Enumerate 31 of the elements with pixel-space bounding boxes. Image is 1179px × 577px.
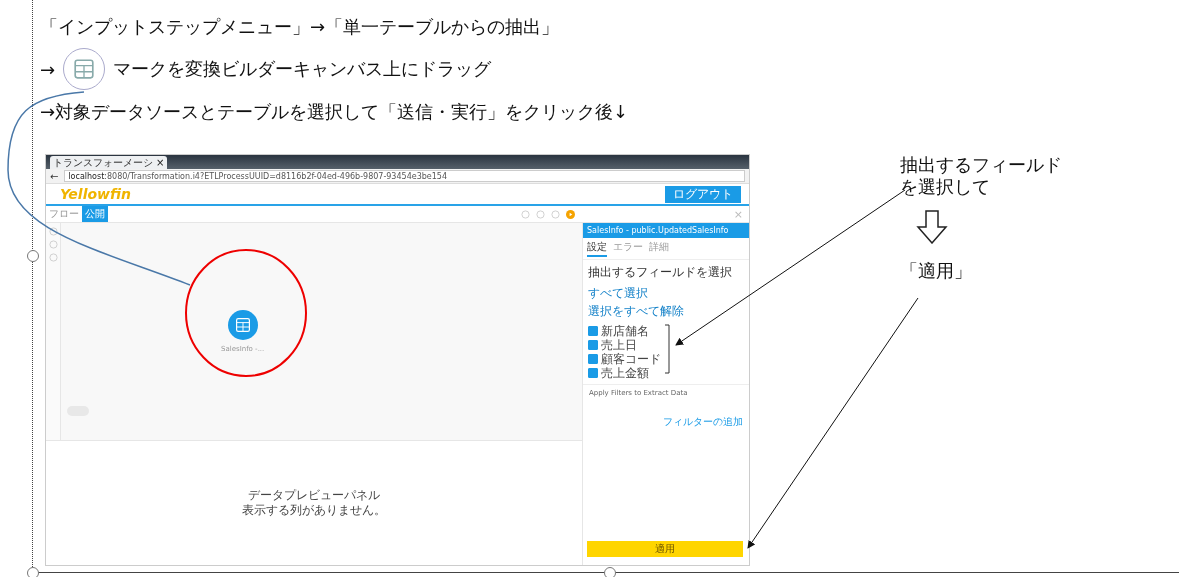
add-filter-link[interactable]: フィルターの追加 (663, 415, 743, 429)
arrow-text: → (40, 58, 56, 80)
preview-message: 表示する列がありません。 (242, 503, 386, 518)
app-logo: Yellowfin (60, 186, 131, 202)
panel-title: SalesInfo - public.UpdatedSalesInfo (583, 223, 749, 238)
field-label: 新店舗名 (601, 324, 649, 338)
browser-tab[interactable]: トランスフォーメーシ × (50, 156, 168, 169)
panel-tab[interactable]: エラー (613, 240, 643, 257)
field-label: 売上日 (601, 338, 637, 352)
logout-button[interactable]: ログアウト (665, 185, 741, 203)
deselect-all-link[interactable]: 選択をすべて解除 (588, 303, 684, 320)
field-label: 売上金額 (601, 366, 649, 380)
instruction-text: 「インプットステップメニュー」→「単一テーブルからの抽出」 (40, 15, 560, 39)
view-tab[interactable]: 公開 (82, 206, 108, 222)
section-heading: 抽出するフィールドを選択 (588, 264, 733, 281)
panel-tab[interactable]: 設定 (587, 240, 607, 257)
view-tab[interactable]: フロー (46, 206, 82, 222)
back-button[interactable]: ← (50, 170, 59, 182)
preview-title: データプレビューパネル (248, 488, 380, 503)
annotation-text: 「適用」 (900, 260, 973, 282)
tab-close[interactable]: × (156, 157, 165, 168)
apply-button[interactable]: 適用 (587, 541, 743, 557)
annotation-text: を選択して (900, 176, 991, 198)
select-all-link[interactable]: すべて選択 (588, 285, 648, 302)
annotation-text: 抽出するフィールド (900, 154, 1062, 176)
address-field[interactable]: localhost:8080/Transformation.i4?ETLProcessUUID=d8116b2f-04ed-496b-9807-93454e3be154 (64, 170, 745, 182)
instruction-text: マークを変換ビルダーキャンバス上にドラッグ (113, 57, 492, 81)
tab-title: トランスフォーメーシ (53, 155, 153, 170)
field-label: 顧客コード (601, 352, 661, 366)
instruction-text: →対象データソースとテーブルを選択して「送信・実行」をクリック後↓ (40, 100, 629, 124)
panel-tab[interactable]: 詳細 (649, 240, 669, 257)
